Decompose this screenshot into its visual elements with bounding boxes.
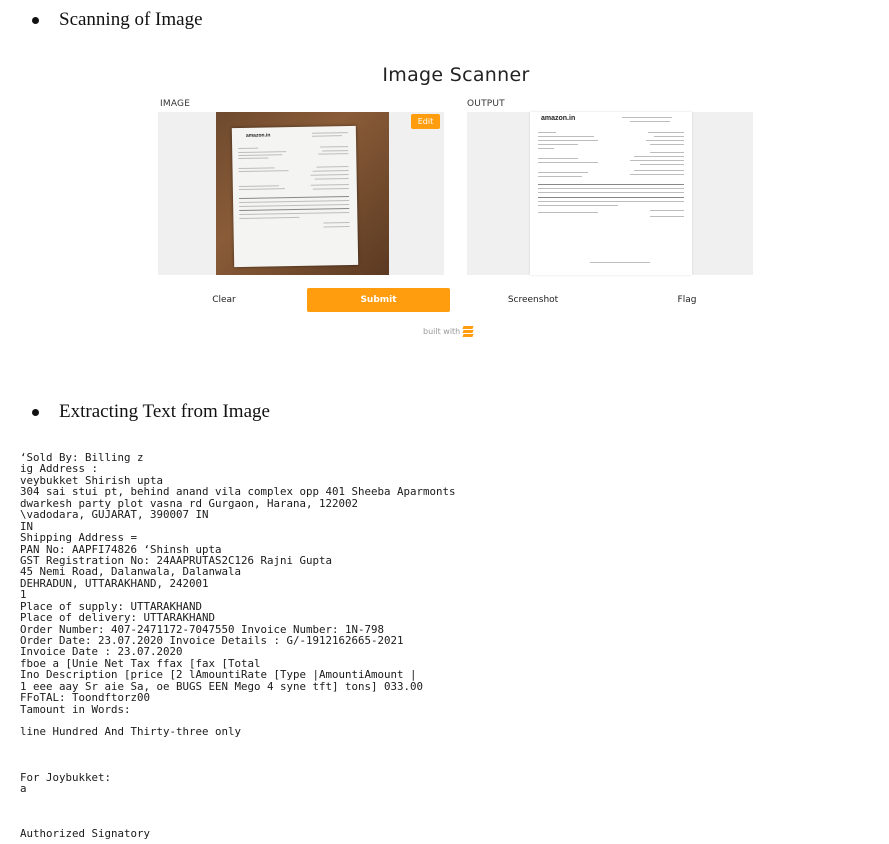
submit-button[interactable]: Submit (307, 288, 450, 312)
ocr-line: Shipping Address = (20, 531, 138, 545)
image-panel-label: IMAGE (160, 99, 191, 109)
flag-button[interactable]: Flag (621, 288, 753, 312)
screenshot-button[interactable]: Screenshot (467, 288, 599, 312)
scanned-output-image: amazon.in (530, 112, 692, 275)
input-photo: amazon.in (216, 112, 389, 275)
ocr-line: Authorized Signatory (20, 827, 151, 841)
built-with-text: built with (423, 326, 461, 336)
section-heading-extracting: Extracting Text from Image (32, 401, 270, 423)
clear-button[interactable]: Clear (158, 288, 290, 312)
ocr-line: Tamount in Words: (20, 702, 131, 716)
ocr-line: line Hundred And Thirty-three only (20, 725, 242, 739)
extracted-text-block: ‘Sold By: Billing z ig Address : veybukk… (20, 452, 456, 840)
ocr-line: Place of delivery: UTTARAKHAND (20, 611, 216, 625)
ocr-line: DEHRADUN, UTTARAKHAND, 242001 (20, 576, 209, 590)
section-heading-text: Scanning of Image (59, 9, 203, 30)
output-panel: amazon.in (467, 112, 753, 275)
ocr-line: For Joybukket: (20, 770, 112, 784)
gradio-logo-icon (462, 326, 474, 337)
bullet-icon (32, 16, 39, 24)
section-heading-scanning: Scanning of Image (32, 9, 203, 31)
output-panel-label: OUTPUT (467, 99, 505, 109)
ocr-line: 1 (20, 588, 27, 602)
built-with-link[interactable]: built with (423, 326, 474, 337)
edit-button[interactable]: Edit (411, 114, 440, 129)
invoice-paper-image: amazon.in (231, 125, 359, 268)
ocr-line: \vadodara, GUJARAT, 390007 IN (20, 508, 209, 522)
section-heading-text: Extracting Text from Image (59, 401, 270, 422)
ocr-line: a (20, 781, 27, 795)
image-input-panel[interactable]: amazon.in Edit (158, 112, 444, 275)
app-title: Image Scanner (382, 64, 530, 86)
amazon-logo: amazon.in (541, 115, 576, 122)
bullet-icon (32, 408, 39, 416)
ocr-line: FFoTAL: Toondftorz00 (20, 691, 151, 705)
amazon-logo: amazon.in (245, 132, 271, 139)
